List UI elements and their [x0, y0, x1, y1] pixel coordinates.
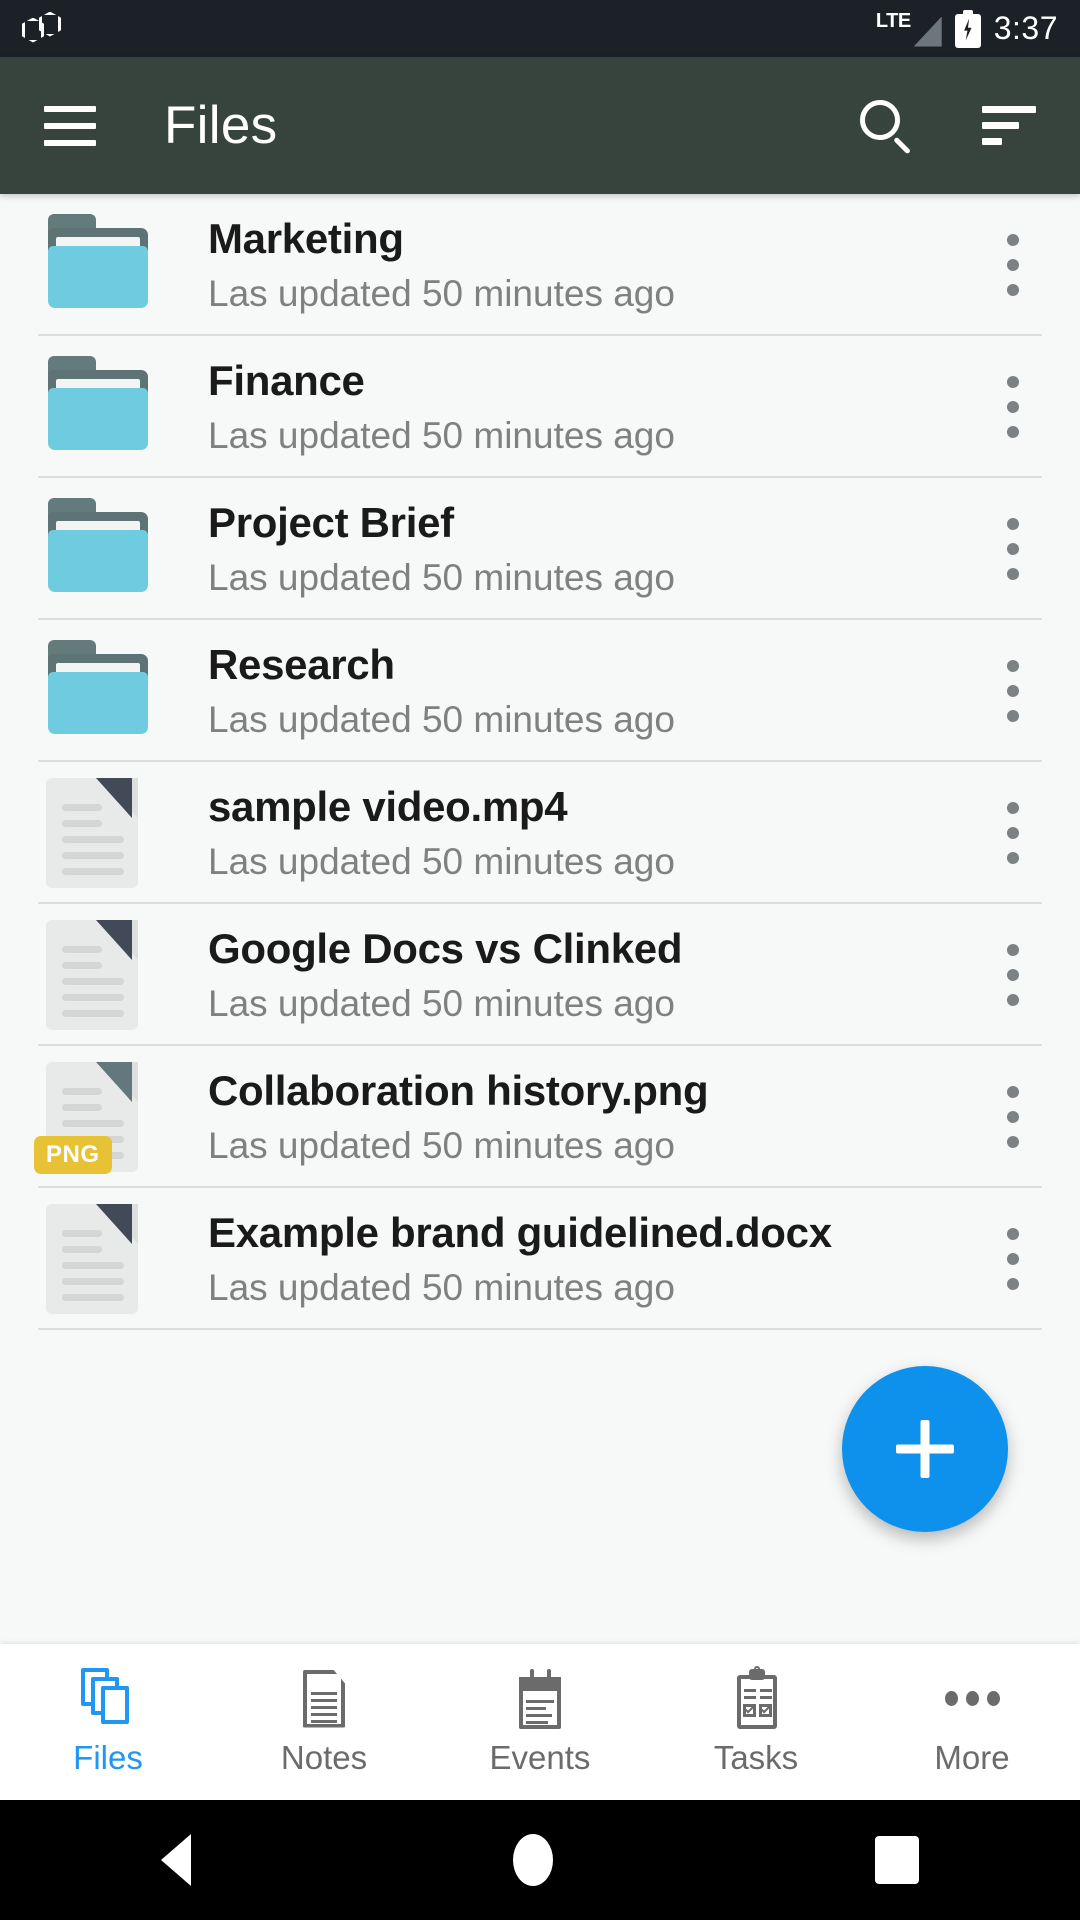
sort-icon[interactable] — [982, 105, 1036, 146]
file-row-icon — [46, 778, 156, 888]
file-type-badge: PNG — [34, 1136, 112, 1174]
file-row-icon — [46, 494, 156, 604]
search-icon[interactable] — [858, 98, 914, 154]
nav-item-label: Events — [489, 1738, 591, 1776]
file-row-title: Research — [208, 641, 395, 688]
document-icon — [46, 1204, 146, 1314]
back-triangle-icon[interactable] — [161, 1834, 191, 1886]
battery-charging-icon — [954, 9, 981, 48]
file-row[interactable]: Marketing Las updated 50 minutes ago — [0, 194, 1080, 336]
nav-item-tasks[interactable]: Tasks — [648, 1665, 864, 1777]
folder-icon — [46, 352, 150, 450]
file-row-subtitle: Las updated 50 minutes ago — [208, 841, 675, 882]
file-row-title: Collaboration history.png — [208, 1067, 709, 1114]
file-row-title: Marketing — [208, 215, 404, 262]
more-vertical-icon[interactable] — [990, 651, 1036, 731]
file-row-text: Collaboration history.png Las updated 50… — [208, 1067, 980, 1167]
file-row-subtitle: Las updated 50 minutes ago — [208, 1267, 675, 1308]
file-row-subtitle: Las updated 50 minutes ago — [208, 273, 675, 314]
file-row-text: sample video.mp4 Las updated 50 minutes … — [208, 783, 980, 883]
file-row[interactable]: Finance Las updated 50 minutes ago — [0, 336, 1080, 478]
row-divider — [38, 1328, 1042, 1330]
file-row-icon — [46, 920, 156, 1030]
file-row[interactable]: Google Docs vs Clinked Las updated 50 mi… — [0, 904, 1080, 1046]
file-row-text: Finance Las updated 50 minutes ago — [208, 357, 980, 457]
clipboard-checklist-icon — [725, 1665, 787, 1730]
file-row-text: Example brand guidelined.docx Las update… — [208, 1209, 980, 1309]
file-row-subtitle: Las updated 50 minutes ago — [208, 557, 675, 598]
file-row[interactable]: sample video.mp4 Las updated 50 minutes … — [0, 762, 1080, 904]
more-horizontal-icon — [941, 1668, 1003, 1730]
document-icon — [46, 778, 146, 888]
android-system-nav — [0, 1800, 1080, 1920]
nav-item-events[interactable]: Events — [432, 1668, 648, 1777]
file-row-icon — [46, 636, 156, 746]
app-bar-actions — [858, 98, 1036, 154]
file-row-title: Project Brief — [208, 499, 454, 546]
network-status: LTE — [876, 11, 942, 47]
nav-item-label: Files — [73, 1738, 143, 1776]
more-vertical-icon[interactable] — [990, 1077, 1036, 1157]
file-row[interactable]: PNG Collaboration history.png Las update… — [0, 1046, 1080, 1188]
hamburger-menu-icon[interactable] — [44, 105, 96, 146]
png-file-icon: PNG — [34, 1062, 146, 1174]
nav-item-more[interactable]: More — [864, 1668, 1080, 1777]
bottom-navigation: Files Notes Events Tasks More — [0, 1644, 1080, 1800]
file-row-text: Marketing Las updated 50 minutes ago — [208, 215, 980, 315]
more-vertical-icon[interactable] — [990, 509, 1036, 589]
nav-item-label: More — [934, 1738, 1010, 1776]
file-row-text: Google Docs vs Clinked Las updated 50 mi… — [208, 925, 980, 1025]
more-vertical-icon[interactable] — [990, 225, 1036, 305]
nav-item-notes[interactable]: Notes — [216, 1668, 432, 1777]
file-row[interactable]: Example brand guidelined.docx Las update… — [0, 1188, 1080, 1330]
file-row-title: Finance — [208, 357, 365, 404]
hexagon-pair-icon — [22, 11, 70, 46]
app-bar: Files — [0, 57, 1080, 194]
status-bar: LTE 3:37 — [0, 0, 1080, 57]
signal-triangle-icon — [913, 16, 942, 47]
nav-item-label: Tasks — [713, 1738, 799, 1776]
more-vertical-icon[interactable] — [990, 793, 1036, 873]
more-vertical-icon[interactable] — [990, 1219, 1036, 1299]
file-row[interactable]: Project Brief Las updated 50 minutes ago — [0, 478, 1080, 620]
file-row-subtitle: Las updated 50 minutes ago — [208, 1125, 675, 1166]
file-row-title: sample video.mp4 — [208, 783, 568, 830]
file-row-icon — [46, 352, 156, 462]
file-row-icon — [46, 1204, 156, 1314]
more-vertical-icon[interactable] — [990, 367, 1036, 447]
file-row-text: Research Las updated 50 minutes ago — [208, 641, 980, 741]
file-row-icon: PNG — [34, 1062, 156, 1174]
nav-item-label: Notes — [280, 1738, 368, 1776]
network-label: LTE — [875, 9, 911, 32]
more-vertical-icon[interactable] — [990, 935, 1036, 1015]
nav-item-files[interactable]: Files — [0, 1667, 216, 1777]
file-row-text: Project Brief Las updated 50 minutes ago — [208, 499, 980, 599]
note-document-icon — [293, 1668, 355, 1730]
file-row-subtitle: Las updated 50 minutes ago — [208, 699, 675, 740]
add-file-fab[interactable] — [842, 1366, 1008, 1532]
folder-icon — [46, 636, 150, 734]
file-row-title: Example brand guidelined.docx — [208, 1209, 832, 1256]
file-row-subtitle: Las updated 50 minutes ago — [208, 983, 675, 1024]
home-circle-icon[interactable] — [513, 1834, 553, 1886]
status-bar-left — [22, 11, 70, 46]
document-icon — [46, 920, 146, 1030]
page-title: Files — [164, 96, 278, 155]
file-row-icon — [46, 210, 156, 320]
folder-icon — [46, 494, 150, 592]
status-clock: 3:37 — [993, 10, 1058, 46]
folder-icon — [46, 210, 150, 308]
status-bar-right: LTE 3:37 — [876, 9, 1058, 48]
files-stack-icon — [77, 1667, 139, 1730]
file-row[interactable]: Research Las updated 50 minutes ago — [0, 620, 1080, 762]
file-row-title: Google Docs vs Clinked — [208, 925, 683, 972]
recents-square-icon[interactable] — [875, 1836, 919, 1884]
file-row-subtitle: Las updated 50 minutes ago — [208, 415, 675, 456]
calendar-icon — [509, 1668, 571, 1730]
